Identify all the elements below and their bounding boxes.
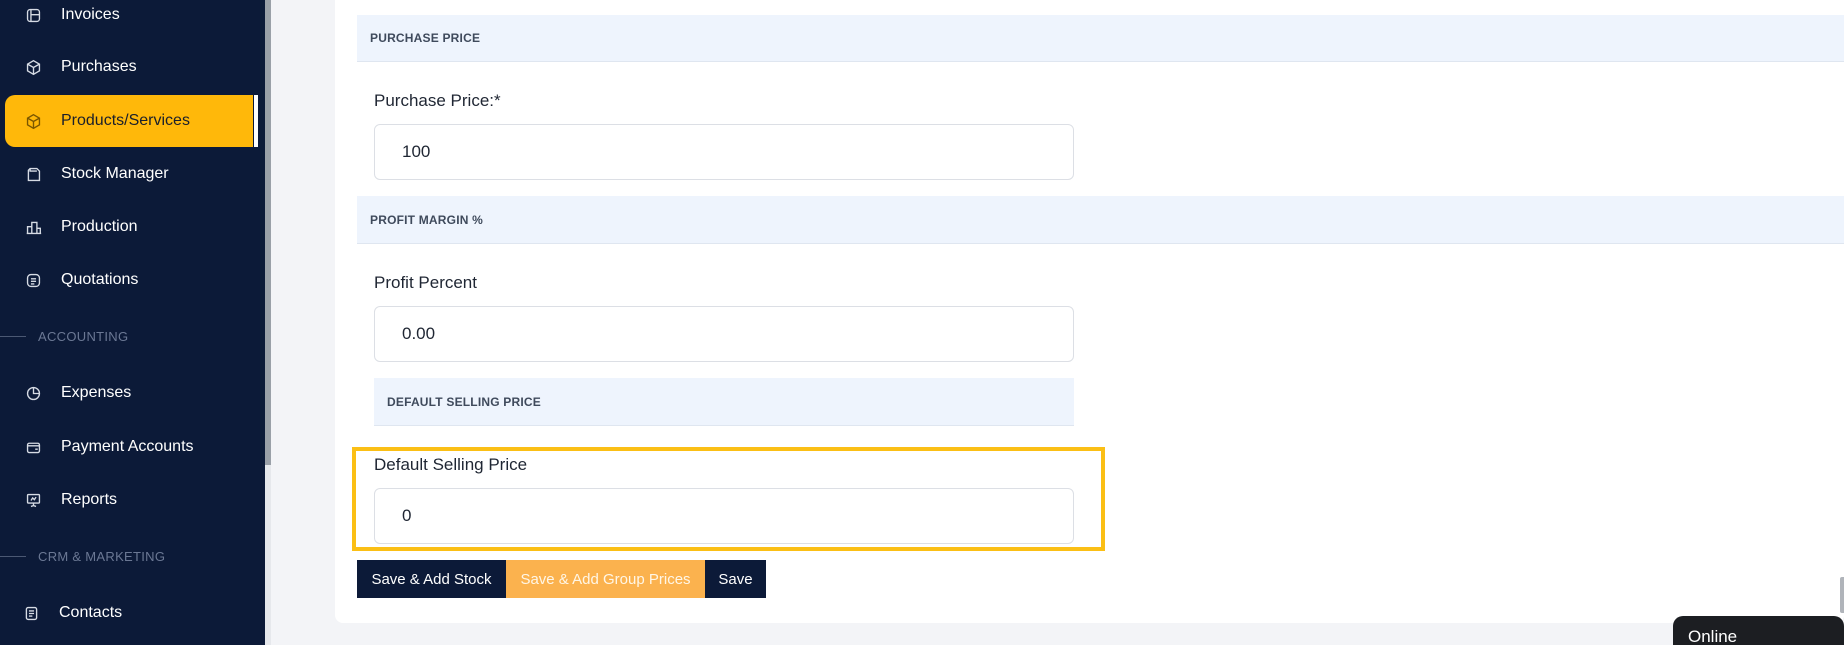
product-form-card: PURCHASE PRICE Purchase Price:* PROFIT M… <box>335 0 1844 623</box>
sidebar-item-label: Products/Services <box>61 112 190 129</box>
section-label-crm-marketing: CRM & MARKETING <box>0 546 265 566</box>
sidebar-item-contacts[interactable]: Contacts <box>3 587 251 639</box>
default-selling-price-input[interactable] <box>374 488 1074 544</box>
sidebar-item-label: Production <box>61 218 138 235</box>
profit-percent-input[interactable] <box>374 306 1074 362</box>
pie-chart-icon <box>23 383 43 403</box>
product-box-icon <box>23 111 43 131</box>
purchase-box-icon <box>23 57 43 77</box>
sidebar-item-products-services[interactable]: Products/Services <box>5 95 258 147</box>
sidebar-item-reports[interactable]: Reports <box>5 474 253 526</box>
chat-status-label: Online <box>1688 627 1738 645</box>
sidebar-item-expenses[interactable]: Expenses <box>5 367 253 419</box>
wallet-icon <box>23 437 43 457</box>
save-button[interactable]: Save <box>705 560 766 598</box>
sidebar-scrollbar[interactable] <box>265 0 271 645</box>
quotation-icon <box>23 270 43 290</box>
sidebar-item-label: Purchases <box>61 58 137 75</box>
purchase-price-section-header: PURCHASE PRICE <box>357 15 1844 62</box>
sidebar-item-purchases[interactable]: Purchases <box>5 41 253 93</box>
purchase-price-label: Purchase Price:* <box>374 91 501 110</box>
sidebar-item-label: Invoices <box>61 6 120 23</box>
factory-icon <box>23 217 43 237</box>
chat-status-widget[interactable]: Online <box>1673 616 1844 645</box>
clipboard-icon <box>23 164 43 184</box>
sidebar-scrollbar-thumb[interactable] <box>265 0 271 465</box>
sidebar: Invoices Purchases Products/Services Sto… <box>0 0 265 645</box>
contacts-icon <box>21 603 41 623</box>
save-add-group-prices-button[interactable]: Save & Add Group Prices <box>506 560 705 598</box>
section-divider <box>0 335 26 337</box>
sidebar-item-payment-accounts[interactable]: Payment Accounts <box>5 421 253 473</box>
default-selling-price-label: Default Selling Price <box>374 455 528 474</box>
sidebar-item-production[interactable]: Production <box>5 201 253 253</box>
sidebar-item-invoices[interactable]: Invoices <box>5 0 253 41</box>
section-divider <box>0 555 26 557</box>
invoice-icon <box>23 5 43 25</box>
save-add-stock-button[interactable]: Save & Add Stock <box>357 560 506 598</box>
sidebar-item-label: Expenses <box>61 384 132 401</box>
sidebar-item-label: Stock Manager <box>61 165 169 182</box>
default-selling-price-section-header: DEFAULT SELLING PRICE <box>374 378 1074 426</box>
profit-percent-label: Profit Percent <box>374 273 477 292</box>
sidebar-item-label: Payment Accounts <box>61 438 194 455</box>
sidebar-item-stock-manager[interactable]: Stock Manager <box>5 148 253 200</box>
sidebar-item-label: Contacts <box>59 604 123 621</box>
sidebar-item-label: Quotations <box>61 271 139 288</box>
side-feedback-tab[interactable] <box>1840 577 1844 613</box>
profit-margin-section-header: PROFIT MARGIN % <box>357 196 1844 244</box>
sidebar-item-label: Reports <box>61 491 118 508</box>
sidebar-item-quotations[interactable]: Quotations <box>5 254 253 306</box>
section-label-accounting: ACCOUNTING <box>0 326 265 346</box>
presentation-icon <box>23 490 43 510</box>
purchase-price-input[interactable] <box>374 124 1074 180</box>
